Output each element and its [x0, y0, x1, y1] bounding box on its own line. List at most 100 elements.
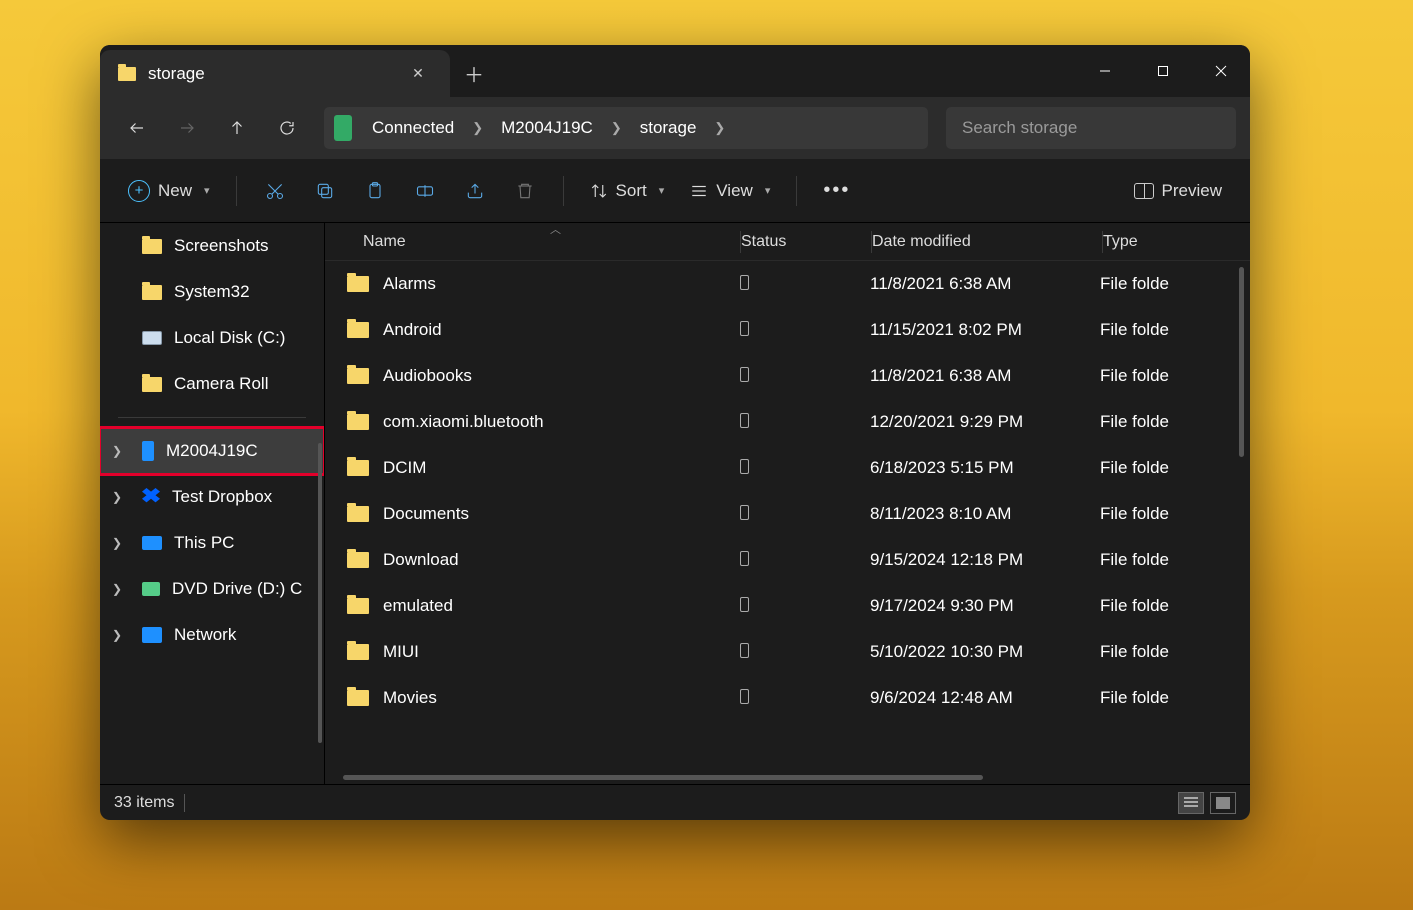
- preview-label: Preview: [1162, 181, 1222, 201]
- sidebar: Screenshots System32 Local Disk (C:) Cam…: [100, 223, 325, 784]
- vertical-scrollbar[interactable]: [1239, 267, 1244, 457]
- table-row[interactable]: Download9/15/2024 12:18 PMFile folde: [325, 537, 1250, 583]
- row-date: 11/8/2021 6:38 AM: [870, 366, 1100, 386]
- folder-icon: [118, 67, 136, 81]
- table-row[interactable]: com.xiaomi.bluetooth12/20/2021 9:29 PMFi…: [325, 399, 1250, 445]
- rename-button[interactable]: [403, 171, 447, 211]
- table-row[interactable]: emulated9/17/2024 9:30 PMFile folde: [325, 583, 1250, 629]
- sidebar-item-screenshots[interactable]: Screenshots: [100, 223, 324, 269]
- row-type: File folde: [1100, 688, 1250, 708]
- row-status: [740, 597, 870, 615]
- paste-button[interactable]: [353, 171, 397, 211]
- sort-arrow-up-icon: ︿: [550, 221, 561, 237]
- sidebar-item-network[interactable]: ❯Network: [100, 612, 324, 658]
- breadcrumb-seg-1[interactable]: Connected: [364, 114, 462, 142]
- chevron-down-icon: ▾: [659, 184, 665, 197]
- preview-button[interactable]: Preview: [1124, 171, 1232, 211]
- item-count: 33 items: [114, 794, 174, 812]
- sidebar-item-test-dropbox[interactable]: ❯Test Dropbox: [100, 474, 324, 520]
- forward-button[interactable]: [164, 108, 210, 148]
- sidebar-item-system32[interactable]: System32: [100, 269, 324, 315]
- phone-icon: [740, 459, 749, 474]
- details-view-button[interactable]: [1178, 792, 1204, 814]
- copy-button[interactable]: [303, 171, 347, 211]
- folder-icon: [347, 506, 369, 522]
- sidebar-item-dvd-drive[interactable]: ❯DVD Drive (D:) C: [100, 566, 324, 612]
- file-explorer-window: storage ✕ ＋ Connected ❯ M2004J19C ❯ stor…: [100, 45, 1250, 820]
- row-name: Audiobooks: [383, 366, 740, 386]
- sidebar-item-m2004j19c[interactable]: ❯M2004J19C: [100, 428, 324, 474]
- row-type: File folde: [1100, 504, 1250, 524]
- chevron-right-icon[interactable]: ❯: [112, 444, 122, 458]
- column-date[interactable]: Date modified: [872, 233, 1102, 251]
- statusbar: 33 items: [100, 784, 1250, 820]
- breadcrumb-seg-2[interactable]: M2004J19C: [493, 114, 601, 142]
- breadcrumb[interactable]: Connected ❯ M2004J19C ❯ storage ❯: [324, 107, 928, 149]
- column-status[interactable]: Status: [741, 233, 871, 251]
- row-status: [740, 321, 870, 339]
- row-type: File folde: [1100, 596, 1250, 616]
- tab-storage[interactable]: storage ✕: [100, 50, 450, 97]
- network-icon: [142, 627, 162, 643]
- row-date: 11/15/2021 8:02 PM: [870, 320, 1100, 340]
- row-date: 8/11/2023 8:10 AM: [870, 504, 1100, 524]
- sort-button[interactable]: Sort ▾: [580, 171, 675, 211]
- new-tab-button[interactable]: ＋: [450, 50, 498, 97]
- minimize-button[interactable]: [1076, 45, 1134, 97]
- table-row[interactable]: Documents8/11/2023 8:10 AMFile folde: [325, 491, 1250, 537]
- new-button[interactable]: + New ▾: [118, 171, 220, 211]
- divider: [236, 176, 237, 206]
- search-input[interactable]: Search storage: [946, 107, 1236, 149]
- pc-icon: [142, 536, 162, 550]
- titlebar: storage ✕ ＋: [100, 45, 1250, 97]
- view-button[interactable]: View ▾: [680, 171, 780, 211]
- share-button[interactable]: [453, 171, 497, 211]
- row-type: File folde: [1100, 320, 1250, 340]
- divider: [184, 794, 185, 812]
- folder-icon: [347, 414, 369, 430]
- back-button[interactable]: [114, 108, 160, 148]
- sidebar-scrollbar[interactable]: [318, 443, 322, 743]
- cut-button[interactable]: [253, 171, 297, 211]
- table-row[interactable]: Android11/15/2021 8:02 PMFile folde: [325, 307, 1250, 353]
- navbar: Connected ❯ M2004J19C ❯ storage ❯ Search…: [100, 97, 1250, 159]
- row-date: 9/17/2024 9:30 PM: [870, 596, 1100, 616]
- chevron-right-icon[interactable]: ❯: [112, 536, 122, 550]
- table-row[interactable]: Audiobooks11/8/2021 6:38 AMFile folde: [325, 353, 1250, 399]
- sidebar-item-local-disk-c[interactable]: Local Disk (C:): [100, 315, 324, 361]
- more-button[interactable]: •••: [813, 171, 860, 211]
- refresh-button[interactable]: [264, 108, 310, 148]
- sidebar-item-camera-roll[interactable]: Camera Roll: [100, 361, 324, 407]
- phone-icon: [740, 321, 749, 336]
- chevron-right-icon[interactable]: ❯: [112, 628, 122, 642]
- row-status: [740, 689, 870, 707]
- table-row[interactable]: Movies9/6/2024 12:48 AMFile folde: [325, 675, 1250, 721]
- close-window-button[interactable]: [1192, 45, 1250, 97]
- breadcrumb-seg-3[interactable]: storage: [632, 114, 705, 142]
- horizontal-scrollbar[interactable]: [343, 775, 983, 780]
- close-tab-button[interactable]: ✕: [404, 65, 432, 82]
- column-type[interactable]: Type: [1103, 233, 1250, 251]
- sidebar-label: Screenshots: [174, 236, 269, 256]
- chevron-right-icon[interactable]: ❯: [112, 582, 122, 596]
- maximize-button[interactable]: [1134, 45, 1192, 97]
- disk-icon: [142, 331, 162, 345]
- table-row[interactable]: DCIM6/18/2023 5:15 PMFile folde: [325, 445, 1250, 491]
- row-name: Download: [383, 550, 740, 570]
- row-name: Movies: [383, 688, 740, 708]
- chevron-right-icon[interactable]: ❯: [112, 490, 122, 504]
- row-status: [740, 505, 870, 523]
- column-name[interactable]: Name: [325, 233, 740, 251]
- column-headers: ︿ Name Status Date modified Type: [325, 223, 1250, 261]
- icons-view-button[interactable]: [1210, 792, 1236, 814]
- folder-icon: [142, 239, 162, 254]
- table-row[interactable]: Alarms11/8/2021 6:38 AMFile folde: [325, 261, 1250, 307]
- sidebar-label: This PC: [174, 533, 234, 553]
- up-button[interactable]: [214, 108, 260, 148]
- phone-icon: [740, 367, 749, 382]
- delete-button[interactable]: [503, 171, 547, 211]
- row-type: File folde: [1100, 274, 1250, 294]
- table-row[interactable]: MIUI5/10/2022 10:30 PMFile folde: [325, 629, 1250, 675]
- phone-icon: [740, 597, 749, 612]
- sidebar-item-this-pc[interactable]: ❯ This PC: [100, 520, 324, 566]
